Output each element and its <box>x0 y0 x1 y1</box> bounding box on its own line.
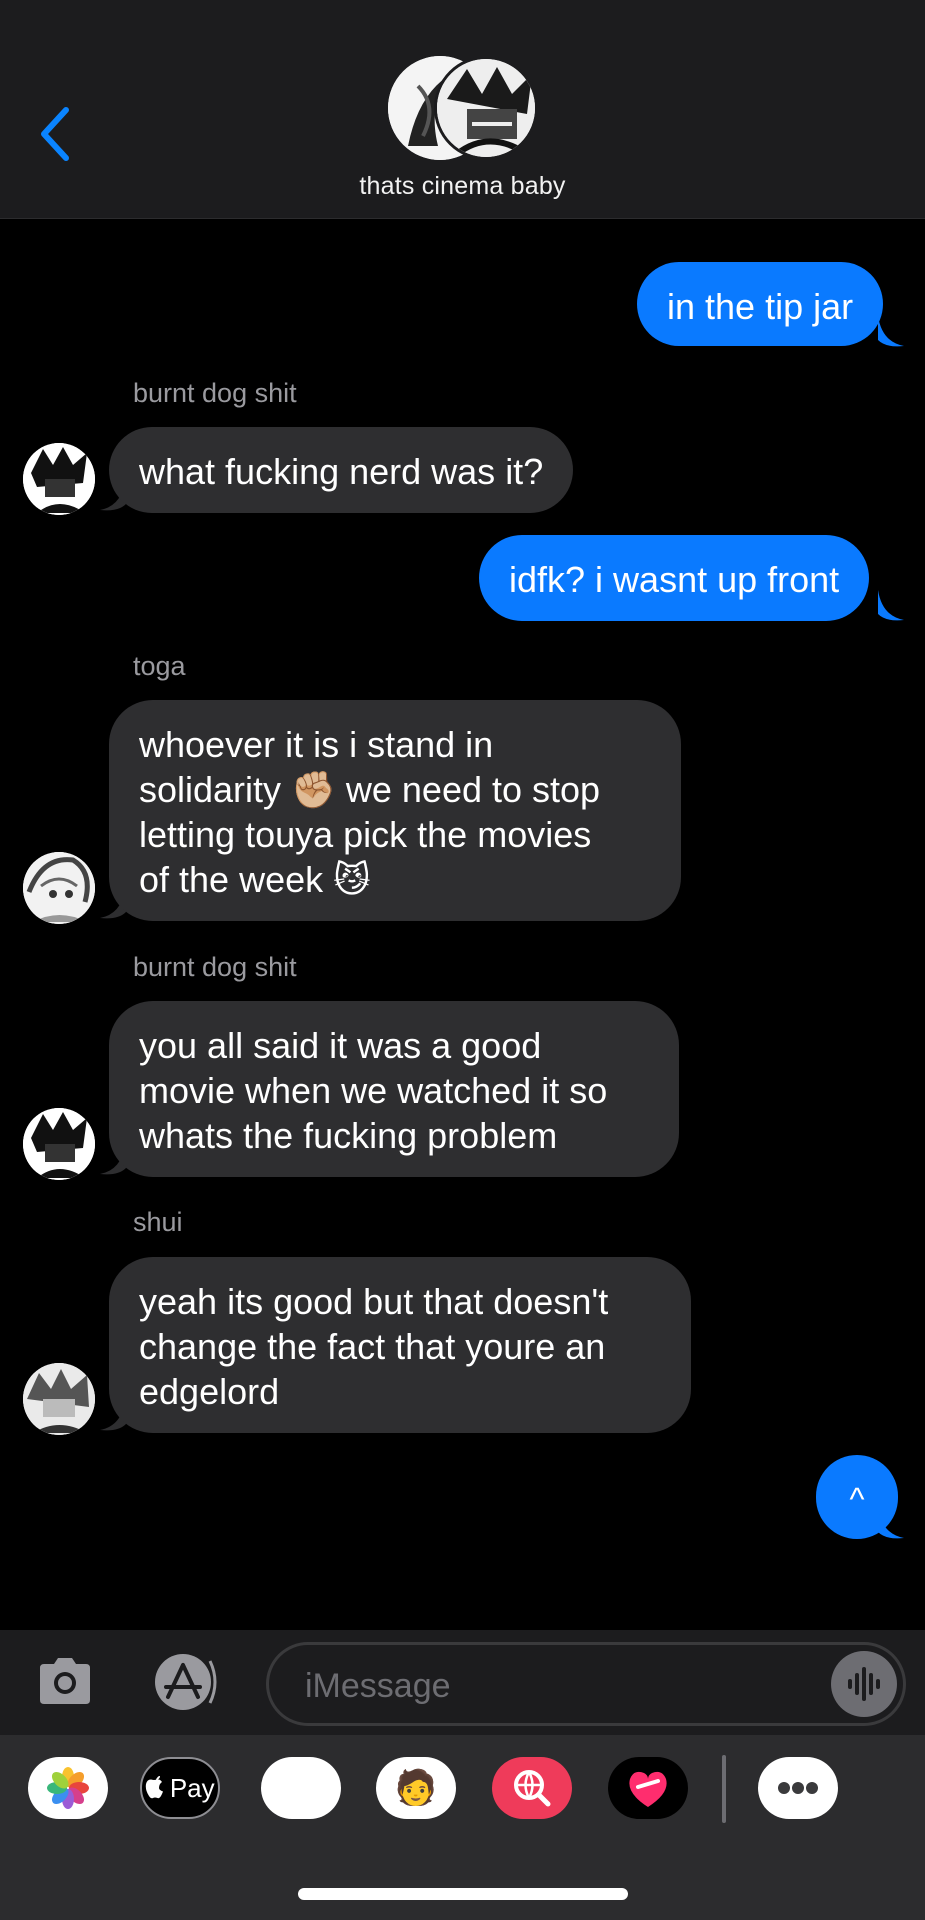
animoji-icon[interactable]: 🐵 <box>261 1757 341 1819</box>
contact-avatar[interactable] <box>23 852 95 924</box>
message-input[interactable]: iMessage <box>266 1642 906 1726</box>
message-text: what fucking nerd was it? <box>139 451 544 492</box>
contact-avatar[interactable] <box>23 1363 95 1435</box>
contact-avatar[interactable] <box>23 443 95 515</box>
message-text: in the tip jar <box>667 286 854 327</box>
group-avatars[interactable] <box>388 56 538 160</box>
sender-name: burnt dog shit <box>133 378 297 408</box>
message-line: edgelord <box>139 1371 280 1412</box>
apple-pay-icon[interactable]: Pay <box>140 1757 220 1819</box>
message-line: of the week 😼 <box>139 859 371 900</box>
message-input-bar: iMessage <box>0 1630 925 1735</box>
message-line: you all said it was a good <box>139 1025 542 1066</box>
bubble-tail <box>878 1508 904 1539</box>
message-input-placeholder: iMessage <box>305 1667 451 1705</box>
message-line: change the fact that youre an <box>139 1326 606 1367</box>
bubble-tail <box>878 590 904 621</box>
message-line: yeah its good but that doesn't <box>139 1281 609 1322</box>
message-line: whats the fucking problem <box>139 1115 558 1156</box>
outgoing-message[interactable]: in the tip jar <box>637 262 884 346</box>
tray-divider <box>722 1755 726 1823</box>
group-member-avatar <box>434 56 538 160</box>
incoming-message[interactable]: yeah its good but that doesn't change th… <box>109 1257 691 1433</box>
message-line: movie when we watched it so <box>139 1070 608 1111</box>
incoming-message[interactable]: you all said it was a good movie when we… <box>109 1001 679 1177</box>
group-name[interactable]: thats cinema baby <box>0 172 925 201</box>
digital-touch-icon[interactable] <box>608 1757 688 1819</box>
message-line: letting touya pick the movies <box>139 814 592 855</box>
sender-name: shui <box>133 1207 183 1237</box>
message-line: solidarity ✊🏼 we need to stop <box>139 769 601 810</box>
audio-waveform-icon[interactable] <box>831 1651 897 1717</box>
chevron-left-icon[interactable] <box>36 104 76 164</box>
message-text: ^ <box>849 1481 865 1517</box>
contact-avatar[interactable] <box>23 1108 95 1180</box>
more-icon[interactable] <box>758 1757 838 1819</box>
message-text: idfk? i wasnt up front <box>509 559 840 600</box>
incoming-message[interactable]: what fucking nerd was it? <box>109 427 574 513</box>
photos-icon[interactable] <box>28 1757 108 1819</box>
app-store-icon[interactable] <box>150 1653 226 1711</box>
apple-pay-label: Pay <box>169 1773 215 1803</box>
web-search-icon[interactable] <box>492 1757 572 1819</box>
sender-name: toga <box>133 651 186 681</box>
outgoing-message[interactable]: idfk? i wasnt up front <box>479 535 870 621</box>
memoji-icon[interactable]: 🧑 <box>376 1757 456 1819</box>
incoming-message[interactable]: whoever it is i stand in solidarity ✊🏼 w… <box>109 700 681 921</box>
bubble-tail <box>878 316 904 347</box>
home-indicator[interactable] <box>298 1888 628 1900</box>
message-line: whoever it is i stand in <box>139 724 494 765</box>
camera-icon[interactable] <box>36 1654 94 1708</box>
sender-name: burnt dog shit <box>133 952 297 982</box>
conversation-header: thats cinema baby <box>0 0 925 219</box>
